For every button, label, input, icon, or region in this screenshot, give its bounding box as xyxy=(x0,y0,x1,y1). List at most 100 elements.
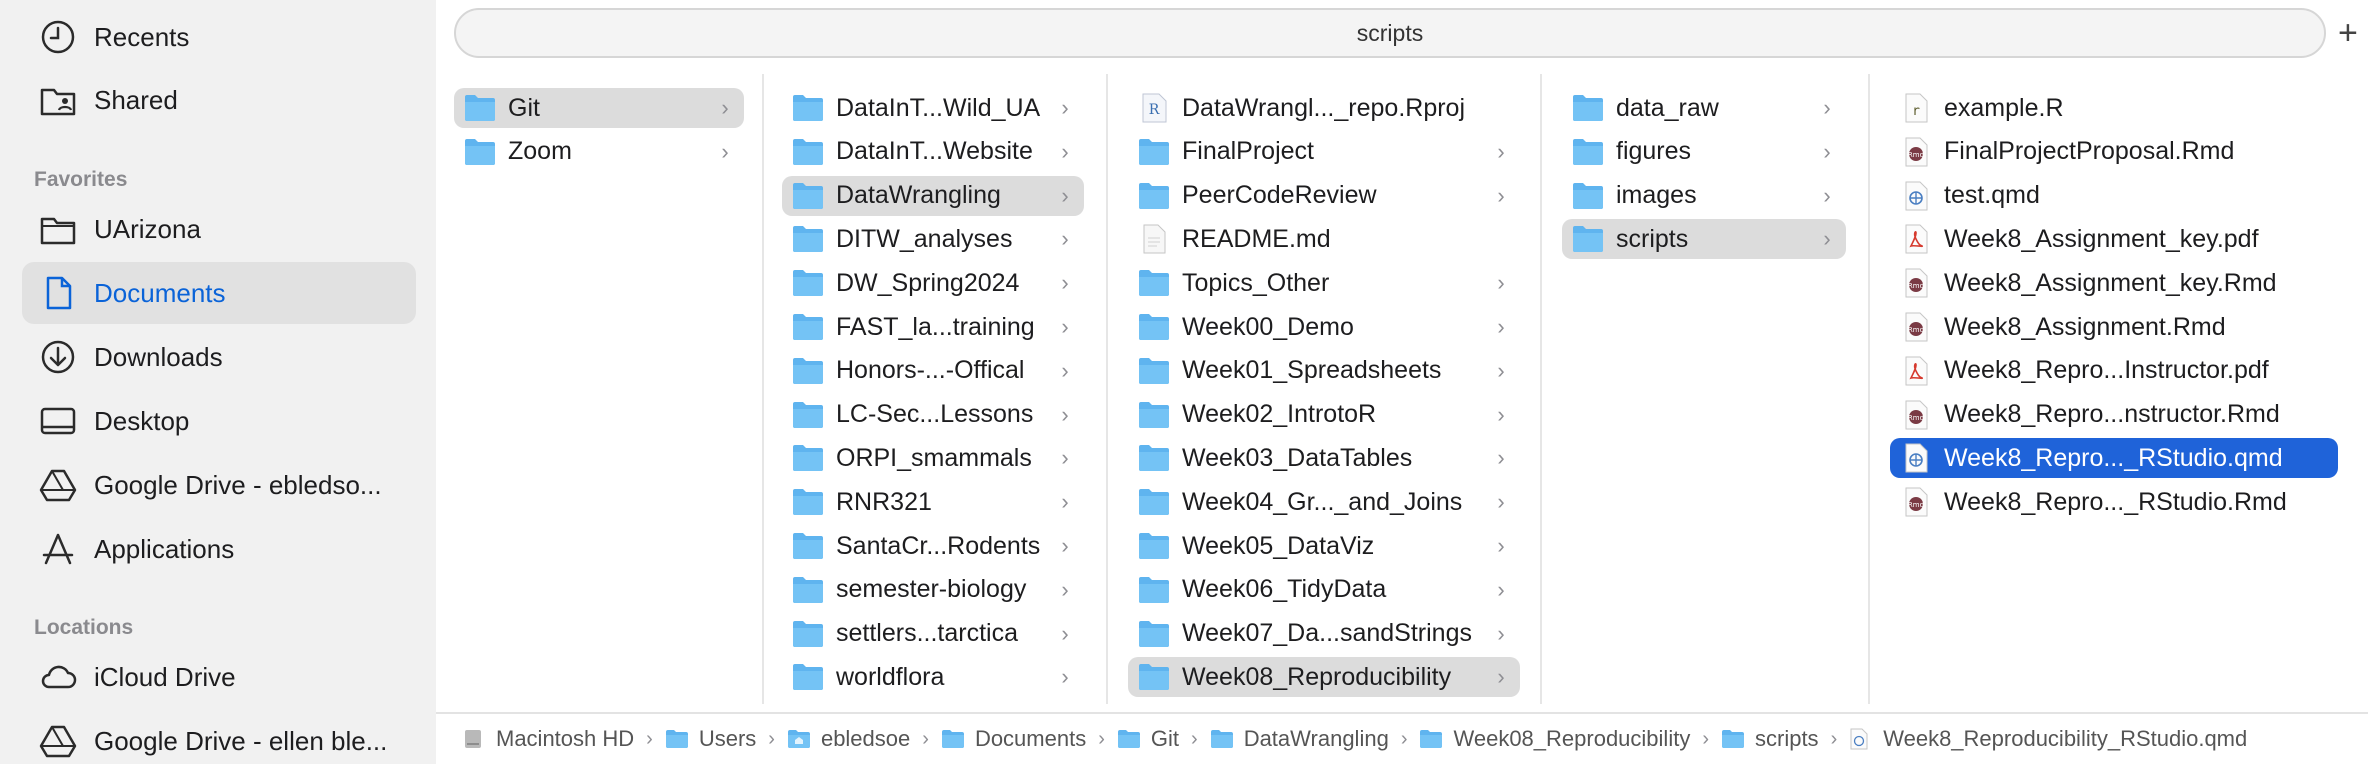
path-crumb[interactable]: scripts xyxy=(1721,726,1819,752)
path-crumb[interactable]: Documents xyxy=(941,726,1086,752)
item-name: Week01_Spreadsheets xyxy=(1182,356,1442,385)
item-name: semester-biology xyxy=(836,575,1027,604)
folder-row-scripts[interactable]: scripts › xyxy=(1562,219,1846,260)
file-row-week8-assignment-key-rmd[interactable]: Rmd Week8_Assignment_key.Rmd xyxy=(1890,263,2338,303)
folder-row-dataint-website[interactable]: DataInT...Website › xyxy=(782,132,1084,172)
file-row-week8-repro-rstudio-qmd[interactable]: Week8_Repro..._RStudio.qmd xyxy=(1890,438,2338,479)
folder-row-git[interactable]: Git › xyxy=(454,88,744,128)
folder-row-week08-reproducibility[interactable]: Week08_Reproducibility › xyxy=(1128,657,1520,698)
file-row-finalprojectproposal-rmd[interactable]: Rmd FinalProjectProposal.Rmd xyxy=(1890,132,2338,172)
folder-row-semester-biology[interactable]: semester-biology › xyxy=(782,570,1084,610)
path-crumb[interactable]: DataWrangling xyxy=(1210,726,1389,752)
sidebar-item-shared[interactable]: Shared xyxy=(22,69,416,131)
file-row-readme-md[interactable]: README.md xyxy=(1128,219,1520,259)
folder-row-images[interactable]: images › xyxy=(1562,176,1846,216)
folder-row-zoom[interactable]: Zoom › xyxy=(454,132,744,172)
file-row-example-r[interactable]: r example.R xyxy=(1890,88,2338,128)
item-name: DW_Spring2024 xyxy=(836,268,1020,297)
path-crumb[interactable]: Users xyxy=(665,726,756,752)
folder-icon xyxy=(792,224,824,254)
sidebar-item-uarizona[interactable]: UArizona xyxy=(22,198,416,260)
file-row-week8-repro-rstudio-rmd[interactable]: Rmd Week8_Repro..._RStudio.Rmd xyxy=(1890,482,2338,522)
folder-row-lc-sec-lessons[interactable]: LC-Sec...Lessons › xyxy=(782,395,1084,435)
folder-row-ditw-analyses[interactable]: DITW_analyses › xyxy=(782,219,1084,259)
path-crumb[interactable]: ebledsoe xyxy=(787,726,910,752)
path-crumb[interactable]: Week8_Reproducibility_RStudio.qmd xyxy=(1849,726,2247,752)
folder-icon xyxy=(792,443,824,473)
item-name: DataWrangling xyxy=(836,181,1001,210)
item-name: DataInT...Wild_UA xyxy=(836,93,1041,122)
path-crumb[interactable]: Week08_Reproducibility xyxy=(1419,726,1690,752)
folder-row-week01-spreadsheets[interactable]: Week01_Spreadsheets › xyxy=(1128,351,1520,391)
sidebar-item-downloads[interactable]: Downloads xyxy=(22,326,416,388)
window-title-field[interactable]: scripts xyxy=(454,8,2326,58)
path-crumb[interactable]: Git xyxy=(1117,726,1179,752)
file-row-week8-assignment-key-pdf[interactable]: Week8_Assignment_key.pdf xyxy=(1890,219,2338,259)
folder-row-orpi-smammals[interactable]: ORPI_smammals › xyxy=(782,438,1084,478)
chevron-right-icon: › xyxy=(1191,727,1198,750)
chevron-right-icon: › xyxy=(1061,620,1069,646)
folder-row-santacr-rodents[interactable]: SantaCr...Rodents › xyxy=(782,526,1084,566)
item-name: example.R xyxy=(1944,93,2064,122)
folder-icon xyxy=(1419,728,1445,750)
sidebar-item-applications[interactable]: Applications xyxy=(22,518,416,580)
folder-row-figures[interactable]: figures › xyxy=(1562,132,1846,172)
file-row-week8-repro-nstructor-rmd[interactable]: Rmd Week8_Repro...nstructor.Rmd xyxy=(1890,395,2338,435)
rmd-file-icon: Rmd xyxy=(1900,137,1932,167)
sidebar-item-icloud-drive[interactable]: iCloud Drive xyxy=(22,646,416,708)
folder-row-week05-dataviz[interactable]: Week05_DataViz › xyxy=(1128,526,1520,566)
window-title: scripts xyxy=(1356,19,1424,46)
folder-row-settlers-tarctica[interactable]: settlers...tarctica › xyxy=(782,614,1084,654)
folder-row-week03-datatables[interactable]: Week03_DataTables › xyxy=(1128,438,1520,478)
folder-icon xyxy=(1572,93,1604,123)
folder-icon xyxy=(1138,575,1170,605)
folder-row-week04-gr-and-joins[interactable]: Week04_Gr..._and_Joins › xyxy=(1128,482,1520,522)
sidebar-item-documents[interactable]: Documents xyxy=(22,262,416,324)
folder-icon xyxy=(792,356,824,386)
svg-text:Rmd: Rmd xyxy=(1908,326,1924,334)
folder-row-dw-spring2024[interactable]: DW_Spring2024 › xyxy=(782,263,1084,303)
folder-row-week00-demo[interactable]: Week00_Demo › xyxy=(1128,307,1520,347)
column-divider[interactable] xyxy=(1540,74,1542,704)
clock-icon xyxy=(36,15,80,59)
rmd-file-icon: Rmd xyxy=(1900,268,1932,298)
add-tab-button[interactable]: + xyxy=(2338,8,2368,58)
chevron-right-icon: › xyxy=(1497,357,1505,383)
chevron-right-icon: › xyxy=(1061,95,1069,120)
sidebar-item-recents[interactable]: Recents xyxy=(22,6,416,68)
folder-row-peercodereview[interactable]: PeerCodeReview › xyxy=(1128,176,1520,216)
folder-row-datawrangling[interactable]: DataWrangling › xyxy=(782,175,1084,216)
folder-row-topics-other[interactable]: Topics_Other › xyxy=(1128,263,1520,303)
sidebar-item-label: Downloads xyxy=(94,341,223,372)
chevron-right-icon: › xyxy=(768,727,775,750)
chevron-right-icon: › xyxy=(1061,138,1069,164)
path-crumb[interactable]: Macintosh HD xyxy=(462,726,634,752)
file-row-datawrangl-repo-rproj[interactable]: R DataWrangl..._repo.Rproj xyxy=(1128,88,1520,128)
column-divider[interactable] xyxy=(762,74,764,704)
column-divider[interactable] xyxy=(1106,74,1108,704)
folder-icon xyxy=(1138,312,1170,342)
file-row-week8-assignment-rmd[interactable]: Rmd Week8_Assignment.Rmd xyxy=(1890,307,2338,347)
folder-icon xyxy=(36,207,80,251)
sidebar-item-google-drive-ellen-ble[interactable]: Google Drive - ellen ble... xyxy=(22,710,416,764)
folder-row-finalproject[interactable]: FinalProject › xyxy=(1128,132,1520,172)
sidebar-item-label: Google Drive - ellen ble... xyxy=(94,725,388,756)
folder-row-dataint-wild-ua[interactable]: DataInT...Wild_UA › xyxy=(782,88,1084,128)
item-name: Week8_Assignment_key.pdf xyxy=(1944,224,2259,253)
sidebar-item-desktop[interactable]: Desktop xyxy=(22,390,416,452)
folder-row-rnr321[interactable]: RNR321 › xyxy=(782,482,1084,522)
file-row-test-qmd[interactable]: test.qmd xyxy=(1890,176,2338,216)
folder-row-week02-introtor[interactable]: Week02_IntrotoR › xyxy=(1128,395,1520,435)
sidebar-item-google-drive-ebledso[interactable]: Google Drive - ebledso... xyxy=(22,454,416,516)
folder-row-week06-tidydata[interactable]: Week06_TidyData › xyxy=(1128,570,1520,610)
folder-row-data-raw[interactable]: data_raw › xyxy=(1562,88,1846,128)
document-icon xyxy=(36,271,80,315)
folder-row-worldflora[interactable]: worldflora › xyxy=(782,657,1084,697)
file-row-week8-repro-instructor-pdf[interactable]: Week8_Repro...Instructor.pdf xyxy=(1890,351,2338,391)
folder-row-honors-offical[interactable]: Honors-...-Offical › xyxy=(782,351,1084,391)
desktop-icon xyxy=(36,399,80,443)
folder-row-week07-da-sandstrings[interactable]: Week07_Da...sandStrings › xyxy=(1128,614,1520,654)
folder-row-fast-la-training[interactable]: FAST_la...training › xyxy=(782,307,1084,347)
folder-icon xyxy=(1721,728,1747,750)
column-divider[interactable] xyxy=(1868,74,1870,704)
